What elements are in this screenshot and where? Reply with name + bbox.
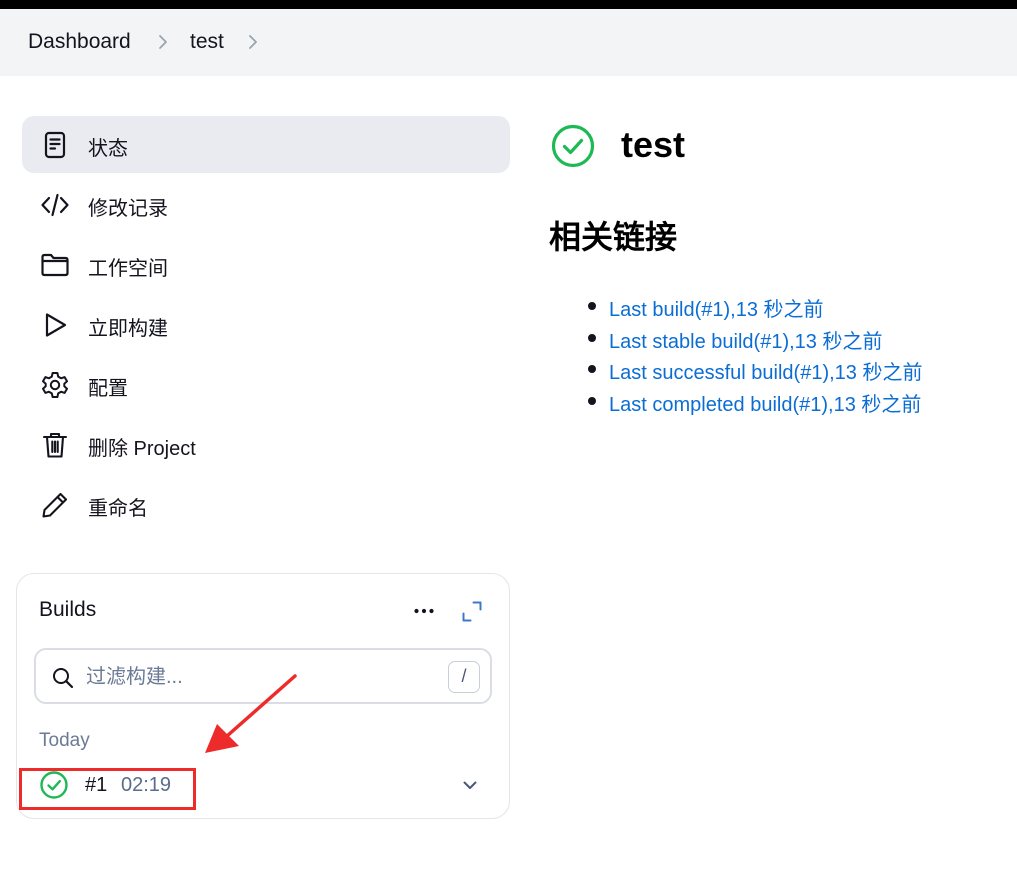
expand-icon[interactable] — [458, 598, 486, 626]
sidebar-item-configure[interactable]: 配置 — [22, 356, 510, 413]
success-check-icon — [549, 122, 597, 170]
builds-title: Builds — [39, 598, 97, 621]
bullet-icon — [588, 333, 596, 342]
folder-icon — [40, 250, 70, 280]
sidebar-item-label: 状态 — [88, 138, 128, 160]
page-title: test — [621, 124, 686, 165]
chevron-down-icon[interactable] — [459, 774, 481, 796]
last-completed-build-link[interactable]: Last completed build(#1),13 秒之前 — [609, 388, 921, 417]
sidebar-item-label: 工作空间 — [88, 258, 168, 280]
sidebar-item-label: 重命名 — [88, 498, 148, 520]
bullet-icon — [588, 302, 596, 310]
bullet-icon — [588, 396, 596, 405]
sidebar-item-label: 删除 Project — [88, 438, 196, 460]
sidebar-item-label: 立即构建 — [88, 318, 168, 340]
sidebar-item-delete-project[interactable]: 删除 Project — [22, 416, 510, 473]
play-icon — [40, 310, 70, 340]
trash-icon — [40, 430, 70, 460]
breadcrumb-dashboard[interactable]: Dashboard — [28, 30, 131, 54]
annotation-highlight-box — [19, 768, 196, 810]
more-options-icon[interactable] — [410, 598, 438, 626]
sidebar-item-rename[interactable]: 重命名 — [22, 476, 510, 533]
bullet-icon — [588, 365, 596, 373]
sidebar-item-label: 修改记录 — [88, 198, 168, 220]
chevron-right-icon[interactable] — [244, 33, 262, 51]
breadcrumb: Dashboard test — [0, 9, 1017, 76]
pencil-icon — [40, 490, 70, 520]
sidebar-item-changes[interactable]: 修改记录 — [22, 176, 510, 233]
chevron-right-icon — [154, 33, 172, 51]
keyboard-shortcut-badge: / — [448, 661, 480, 693]
gear-icon — [40, 370, 70, 400]
sidebar-item-label: 配置 — [88, 378, 128, 400]
related-links-heading: 相关链接 — [549, 219, 678, 255]
document-icon — [40, 130, 70, 160]
window-top-edge — [0, 0, 1017, 9]
last-stable-build-link[interactable]: Last stable build(#1),13 秒之前 — [609, 325, 882, 354]
build-group-label: Today — [39, 730, 90, 751]
breadcrumb-test[interactable]: test — [190, 30, 224, 54]
search-icon — [51, 666, 75, 690]
code-icon — [40, 190, 70, 220]
last-build-link[interactable]: Last build(#1),13 秒之前 — [609, 293, 824, 322]
sidebar-item-status[interactable]: 状态 — [22, 116, 510, 173]
sidebar-item-build-now[interactable]: 立即构建 — [22, 296, 510, 353]
annotation-arrow — [205, 674, 297, 753]
last-successful-build-link[interactable]: Last successful build(#1),13 秒之前 — [609, 356, 922, 385]
sidebar-item-workspace[interactable]: 工作空间 — [22, 236, 510, 293]
